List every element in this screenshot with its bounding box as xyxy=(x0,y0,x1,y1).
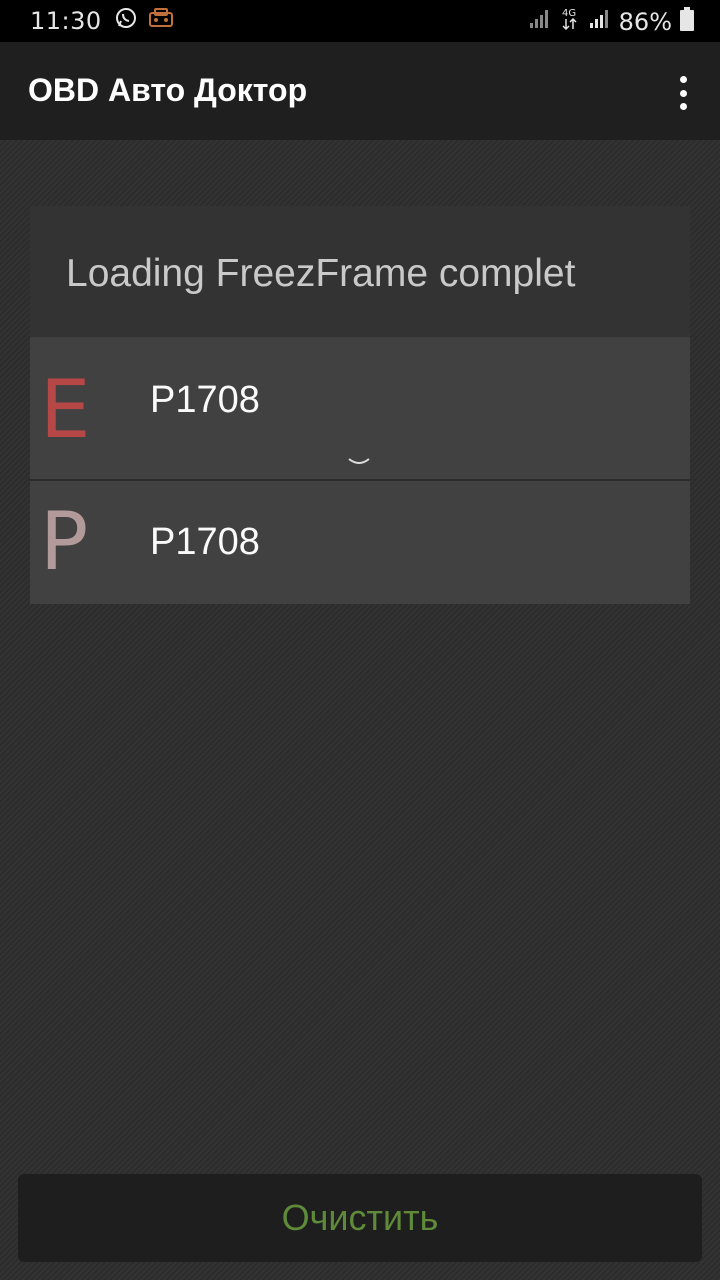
status-message: Loading FreezFrame complet xyxy=(66,252,576,295)
status-time: 11:30 xyxy=(30,7,102,35)
menu-dot xyxy=(679,76,687,83)
status-bar: 11:30 4G 86% xyxy=(0,0,720,42)
battery-icon xyxy=(680,7,694,37)
battery-percent: 86% xyxy=(618,8,672,36)
dtc-card: Loading FreezFrame complet E P1708 P P17… xyxy=(30,206,690,604)
dtc-code: P1708 xyxy=(150,379,260,421)
car-notification-icon xyxy=(148,7,174,35)
dtc-row-e[interactable]: E P1708 xyxy=(30,337,690,479)
whatsapp-icon xyxy=(114,6,138,36)
network-label: 4G xyxy=(562,8,576,19)
signal-icon xyxy=(529,8,551,36)
menu-dot xyxy=(679,89,687,97)
app-toolbar: OBD Авто Доктор xyxy=(0,42,720,140)
chevron-down-icon[interactable] xyxy=(346,455,372,469)
status-right: 4G 86% xyxy=(529,6,694,38)
clear-button[interactable]: Очистить xyxy=(18,1174,702,1262)
card-header: Loading FreezFrame complet xyxy=(30,206,690,337)
signal-icon-2 xyxy=(589,8,611,36)
more-vert-icon[interactable] xyxy=(670,76,696,110)
dtc-row-p[interactable]: P P1708 xyxy=(30,479,690,604)
dtc-type-letter: P xyxy=(40,495,89,588)
dtc-code: P1708 xyxy=(150,521,260,563)
status-left: 11:30 xyxy=(30,6,184,36)
dtc-type-letter: E xyxy=(40,363,91,456)
app-title: OBD Авто Доктор xyxy=(28,72,308,108)
4g-icon: 4G xyxy=(559,6,581,38)
screen: 11:30 4G 86% OBD Авто Доктор Loading Fre… xyxy=(0,0,720,1280)
menu-dot xyxy=(679,103,687,110)
